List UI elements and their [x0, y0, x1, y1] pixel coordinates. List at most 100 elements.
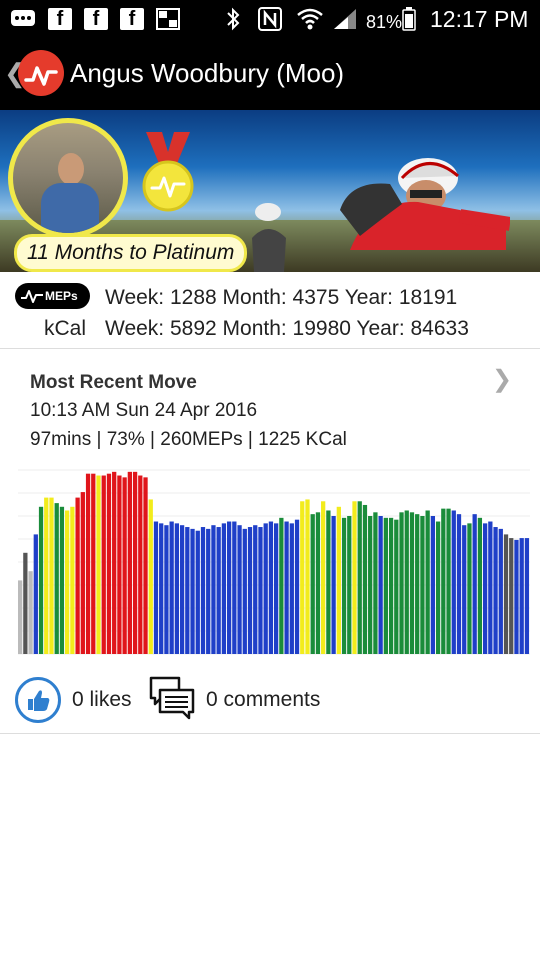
chart-bar [49, 497, 54, 654]
chart-bar [514, 539, 519, 654]
pulse-icon [21, 290, 43, 303]
facebook-icon: f [120, 8, 144, 30]
facebook-icon: f [84, 8, 108, 30]
chart-bar [132, 471, 138, 654]
chart-bar [211, 525, 216, 654]
chart-bar [232, 521, 237, 654]
chart-bar [70, 506, 75, 654]
chart-bar [409, 512, 415, 654]
social-bar: 0 likes 0 comments [0, 665, 540, 734]
avatar[interactable] [8, 118, 128, 238]
chart-bar [446, 508, 451, 654]
chart-bar [415, 514, 420, 654]
chart-bar [195, 530, 200, 654]
chart-bar [368, 516, 373, 654]
chart-bar [274, 523, 279, 654]
avatar-shirt [41, 183, 99, 233]
chart-bar [373, 512, 378, 654]
chart-bar [159, 523, 164, 654]
facebook-icon: f [48, 8, 72, 30]
cyclist-background-image [252, 203, 286, 272]
chart-bar [143, 477, 148, 654]
chart-bar [430, 516, 436, 654]
kcal-label: kCal [44, 317, 87, 340]
chart-bar [206, 528, 211, 654]
chart-bar [263, 523, 268, 654]
likes-count[interactable]: 0 likes [72, 688, 132, 712]
nfc-icon [258, 7, 282, 31]
chart-bar [451, 510, 456, 654]
wifi-icon [296, 7, 324, 31]
page-title: Angus Woodbury (Moo) [70, 58, 345, 88]
chart-bar [75, 497, 80, 654]
chart-bar [44, 497, 49, 654]
chart-bar [420, 516, 425, 654]
chart-bar [425, 510, 430, 654]
comments-count[interactable]: 0 comments [206, 688, 320, 712]
chart-bar [268, 521, 274, 654]
chart-bar [472, 514, 477, 654]
chart-bar [336, 506, 341, 654]
meps-badge: MEPs [15, 283, 90, 309]
chart-bar [284, 521, 289, 654]
chart-bar [289, 523, 294, 654]
gold-medal-icon [142, 132, 194, 212]
recent-move-datetime: 10:13 AM Sun 24 Apr 2016 [30, 400, 258, 421]
chart-bar [394, 519, 399, 654]
chart-bar [85, 473, 91, 654]
thumbs-up-icon[interactable] [15, 677, 61, 723]
cyclist-image [340, 158, 510, 250]
chart-bar [28, 571, 33, 654]
chart-bar [488, 521, 493, 654]
app-logo-icon[interactable] [18, 50, 64, 96]
chart-bar [253, 525, 258, 654]
chart-bar [258, 527, 263, 654]
chart-bar [33, 534, 38, 654]
chart-bar [347, 516, 352, 654]
chart-bar [467, 523, 472, 654]
heart-rate-zone-chart[interactable] [10, 466, 532, 662]
chart-bar [352, 501, 357, 654]
chart-bar [315, 512, 321, 654]
chart-bar [477, 517, 483, 654]
chart-bar [462, 525, 467, 654]
chart-bar [399, 512, 404, 654]
chart-bar [101, 475, 106, 654]
battery-icon [402, 7, 416, 31]
chart-bar [169, 521, 174, 654]
chart-bar [498, 528, 503, 654]
chart-bar [294, 519, 300, 654]
meps-badge-label: MEPs [45, 289, 78, 303]
chart-bar [482, 523, 488, 654]
chart-bar [164, 525, 169, 654]
chart-bar [237, 525, 242, 654]
app-bar: ❮ Angus Woodbury (Moo) [0, 38, 540, 110]
chevron-right-icon[interactable]: ❯ [492, 365, 512, 394]
chart-bar [524, 538, 530, 654]
chart-bar [112, 471, 117, 654]
chart-bar [23, 552, 28, 654]
avatar-face [58, 153, 84, 185]
chart-bar [331, 516, 336, 654]
chart-bar [127, 471, 132, 654]
chart-bar [383, 517, 388, 654]
chart-bar [122, 477, 127, 654]
chart-bar [378, 516, 383, 654]
clock: 12:17 PM [430, 6, 529, 32]
chart-bar [404, 510, 409, 654]
platinum-progress-badge: 11 Months to Platinum [14, 234, 248, 272]
chart-bar [341, 517, 347, 654]
chart-bar [321, 501, 326, 654]
recent-move-title: Most Recent Move [30, 372, 197, 393]
chart-bar [91, 473, 96, 654]
meps-totals: Week: 1288 Month: 4375 Year: 18191 [105, 286, 458, 309]
most-recent-move[interactable]: Most Recent Move ❯ 10:13 AM Sun 24 Apr 2… [0, 349, 540, 461]
chart-bar [226, 521, 232, 654]
chart-bar [138, 475, 143, 654]
chart-bar [65, 510, 70, 654]
chart-bar [190, 528, 195, 654]
comments-icon[interactable] [148, 675, 196, 721]
chart-bar [18, 580, 23, 654]
chart-bar [185, 527, 190, 654]
chart-bar [388, 517, 394, 654]
